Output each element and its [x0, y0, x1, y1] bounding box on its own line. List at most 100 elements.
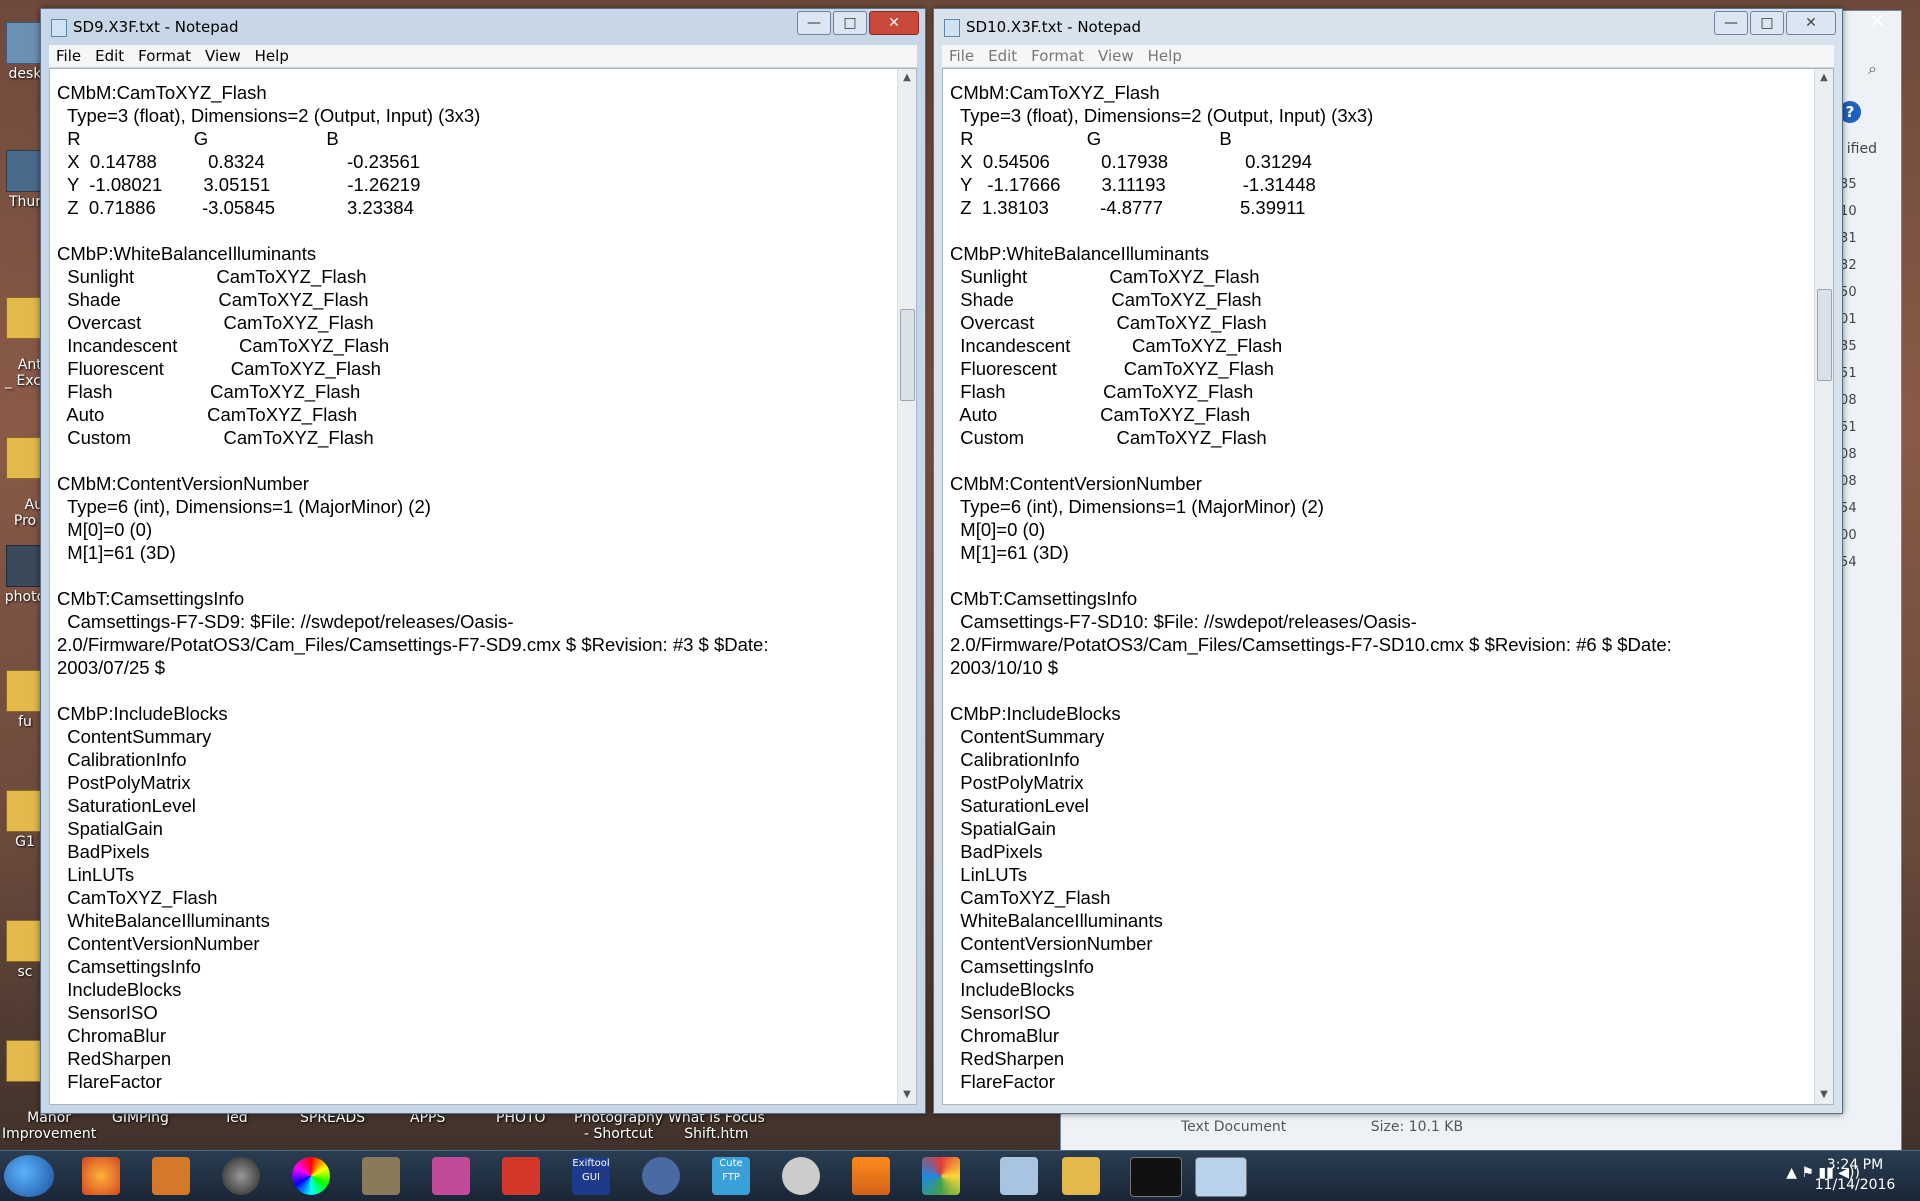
document-text[interactable]: CMbM:CamToXYZ_Flash Type=3 (float), Dime…: [943, 69, 1815, 1104]
picasa-icon[interactable]: [922, 1157, 960, 1195]
close-button[interactable]: ✕: [869, 11, 919, 35]
menu-help[interactable]: Help: [1141, 47, 1189, 65]
document-text[interactable]: CMbM:CamToXYZ_Flash Type=3 (float), Dime…: [50, 69, 898, 1104]
text-line: 2003/07/25 $: [57, 657, 166, 678]
desktop-icon-label[interactable]: What is Focus Shift.htm: [668, 1110, 765, 1142]
column-header-modified[interactable]: ified: [1847, 141, 1877, 157]
text-line: R G B: [950, 128, 1232, 149]
menu-view[interactable]: View: [1091, 47, 1141, 65]
text-line: LinLUTs: [57, 864, 135, 885]
gimp-icon[interactable]: [362, 1157, 400, 1195]
text-line: IncludeBlocks: [57, 979, 182, 1000]
text-line: Fluorescent CamToXYZ_Flash: [57, 358, 381, 379]
text-line: [57, 219, 898, 242]
desktop-icon-label[interactable]: Manor Improvement: [2, 1110, 96, 1142]
text-line: Type=3 (float), Dimensions=2 (Output, In…: [57, 105, 481, 126]
clock[interactable]: 3:24 PM 11/14/2016: [1800, 1155, 1910, 1195]
scroll-down-arrow-icon[interactable]: ▼: [898, 1086, 916, 1104]
camera-aperture-icon[interactable]: [222, 1157, 260, 1195]
menu-format[interactable]: Format: [1024, 47, 1091, 65]
notepad-window-sd9[interactable]: SD9.X3F.txt - Notepad — □ ✕ File Edit Fo…: [40, 8, 926, 1114]
text-line: SpatialGain: [57, 818, 163, 839]
hex-editor-icon[interactable]: [642, 1157, 680, 1195]
inkscape-icon[interactable]: [432, 1157, 470, 1195]
notepad-icon: [51, 19, 67, 37]
text-line: M[1]=61 (3D): [950, 542, 1069, 563]
text-editor[interactable]: CMbM:CamToXYZ_Flash Type=3 (float), Dime…: [49, 68, 917, 1105]
close-button[interactable]: ✕: [1786, 11, 1836, 35]
text-line: [57, 449, 898, 472]
minimize-button[interactable]: —: [797, 11, 831, 35]
desktop-icon-label[interactable]: Photography - Shortcut: [574, 1110, 663, 1142]
text-line: Z 0.71886 -3.05845 3.23384: [57, 197, 414, 218]
vertical-scrollbar[interactable]: ▲ ▼: [897, 69, 916, 1104]
menu-bar: File Edit Format View Help: [942, 45, 1834, 68]
scrollbar-thumb[interactable]: [1817, 289, 1832, 381]
text-line: CMbM:ContentVersionNumber: [57, 473, 309, 494]
folder-icon: [6, 670, 44, 712]
menu-edit[interactable]: Edit: [981, 47, 1024, 65]
text-line: [950, 449, 1815, 472]
desktop-shortcut-icon: [6, 22, 44, 64]
notes-icon[interactable]: [1000, 1157, 1038, 1195]
firefox-icon[interactable]: [82, 1157, 120, 1195]
maximize-button[interactable]: □: [1750, 11, 1784, 35]
search-icon[interactable]: ⌕: [1868, 59, 1877, 79]
cmd-icon[interactable]: [1130, 1157, 1182, 1197]
text-line: Z 1.38103 -4.8777 5.39911: [950, 197, 1306, 218]
text-line: CamToXYZ_Flash: [57, 887, 218, 908]
text-line: CamsettingsInfo: [950, 956, 1094, 977]
text-editor[interactable]: CMbM:CamToXYZ_Flash Type=3 (float), Dime…: [942, 68, 1834, 1105]
text-line: ContentVersionNumber: [950, 933, 1153, 954]
text-line: Overcast CamToXYZ_Flash: [57, 312, 374, 333]
title-bar[interactable]: SD9.X3F.txt - Notepad — □ ✕: [41, 9, 925, 45]
clock-app-icon[interactable]: [782, 1157, 820, 1195]
text-line: FlareFactor: [57, 1071, 162, 1092]
close-icon[interactable]: ✕: [1857, 11, 1897, 37]
vlc-icon[interactable]: [852, 1157, 890, 1195]
text-line: ContentSummary: [950, 726, 1105, 747]
text-line: BadPixels: [950, 841, 1043, 862]
text-line: ChromaBlur: [57, 1025, 166, 1046]
pdf-tool-icon[interactable]: [502, 1157, 540, 1195]
folder-icon[interactable]: [1062, 1157, 1100, 1195]
faststone-icon[interactable]: [152, 1157, 190, 1195]
scrollbar-thumb[interactable]: [900, 309, 915, 401]
notepad-icon: [944, 19, 960, 37]
text-line: WhiteBalanceIlluminants: [57, 910, 270, 931]
text-line: RedSharpen: [950, 1048, 1065, 1069]
menu-help[interactable]: Help: [248, 47, 296, 65]
text-line: Type=3 (float), Dimensions=2 (Output, In…: [950, 105, 1374, 126]
text-line: SaturationLevel: [57, 795, 196, 816]
text-line: Type=6 (int), Dimensions=1 (MajorMinor) …: [950, 496, 1324, 517]
text-line: 2.0/Firmware/PotatOS3/Cam_Files/Camsetti…: [950, 634, 1672, 655]
menu-file[interactable]: File: [49, 47, 88, 65]
text-line: CMbT:CamsettingsInfo: [950, 588, 1138, 609]
cuteftp-icon[interactable]: Cute FTP: [712, 1157, 750, 1195]
text-line: SpatialGain: [950, 818, 1056, 839]
scroll-down-arrow-icon[interactable]: ▼: [1815, 1086, 1833, 1104]
title-bar[interactable]: SD10.X3F.txt - Notepad — □ ✕: [934, 9, 1842, 45]
maximize-button[interactable]: □: [833, 11, 867, 35]
menu-format[interactable]: Format: [131, 47, 198, 65]
vertical-scrollbar[interactable]: ▲ ▼: [1814, 69, 1833, 1104]
notepad-icon[interactable]: [1195, 1157, 1247, 1197]
scroll-up-arrow-icon[interactable]: ▲: [898, 69, 916, 87]
exiftool-gui-icon[interactable]: Exiftool GUI: [572, 1157, 610, 1195]
scroll-up-arrow-icon[interactable]: ▲: [1815, 69, 1833, 87]
text-line: Flash CamToXYZ_Flash: [57, 381, 361, 402]
notepad-window-sd10[interactable]: SD10.X3F.txt - Notepad — □ ✕ File Edit F…: [933, 8, 1843, 1114]
start-button[interactable]: [4, 1155, 54, 1197]
menu-view[interactable]: View: [198, 47, 248, 65]
menu-file[interactable]: File: [942, 47, 981, 65]
text-line: WhiteBalanceIlluminants: [950, 910, 1163, 931]
text-line: Flash CamToXYZ_Flash: [950, 381, 1254, 402]
text-line: BadPixels: [57, 841, 150, 862]
text-line: Incandescent CamToXYZ_Flash: [57, 335, 390, 356]
text-line: Overcast CamToXYZ_Flash: [950, 312, 1267, 333]
menu-edit[interactable]: Edit: [88, 47, 131, 65]
color-wheel-icon[interactable]: [292, 1157, 330, 1195]
minimize-button[interactable]: —: [1714, 11, 1748, 35]
text-line: Type=6 (int), Dimensions=1 (MajorMinor) …: [57, 496, 431, 517]
text-line: CMbT:CamsettingsInfo: [57, 588, 245, 609]
